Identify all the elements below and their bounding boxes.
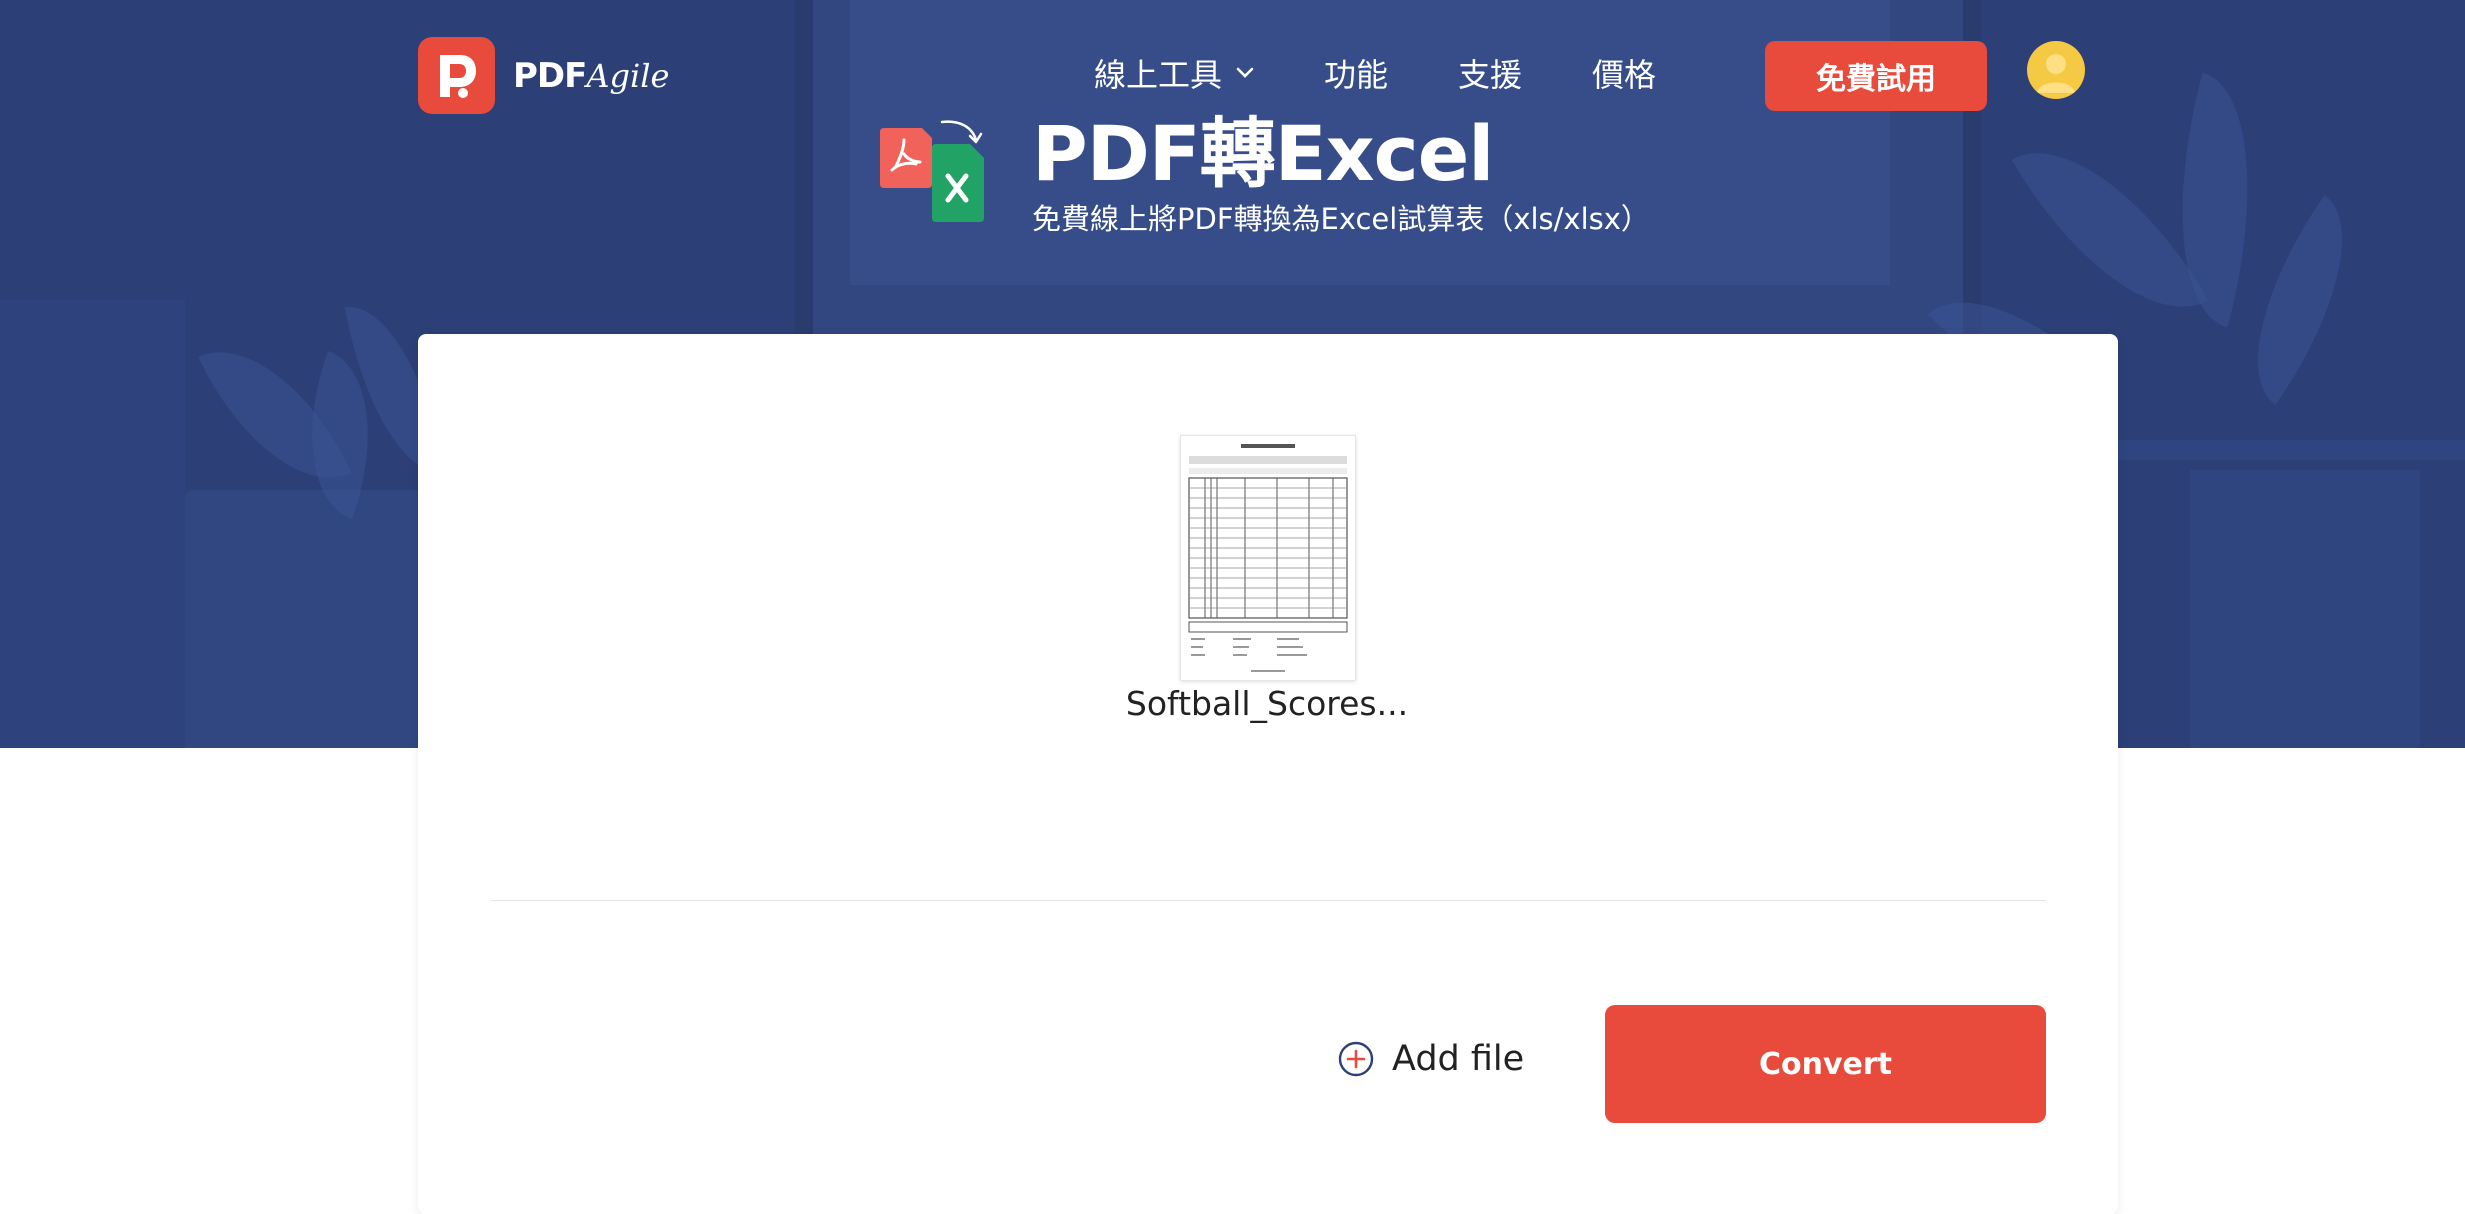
file-name: Softball_Scores... [1125, 684, 1409, 723]
add-file-label: Add file [1392, 1039, 1525, 1079]
plus-circle-icon [1338, 1041, 1374, 1077]
pdf-agile-logo-icon [418, 37, 495, 114]
upload-card: Softball_Scores... Add file Convert [418, 334, 2118, 1214]
brand-name: PDFAgile [513, 55, 670, 96]
chevron-down-icon [1236, 67, 1254, 78]
document-preview-icon [1188, 444, 1348, 672]
page-subtitle: 免費線上將PDF轉換為Excel試算表（xls/xlsx） [1032, 202, 1650, 236]
free-trial-button[interactable]: 免費試用 [1765, 41, 1987, 111]
add-file-button[interactable]: Add file [1338, 1039, 1524, 1079]
nav-online-tools-label: 線上工具 [1094, 56, 1223, 94]
user-avatar-icon[interactable] [2027, 41, 2085, 99]
pdf-to-excel-icon [880, 120, 984, 222]
nav-features[interactable]: 功能 [1324, 50, 1388, 96]
convert-button[interactable]: Convert [1605, 1005, 2046, 1123]
background-plant-pot [2190, 470, 2420, 748]
nav-support[interactable]: 支援 [1458, 50, 1522, 96]
divider [491, 900, 2046, 901]
background-plant-pot [185, 490, 455, 748]
main-nav: 線上工具 功能 支援 價格 [1094, 50, 1656, 96]
page-title: PDF轉Excel [1032, 109, 1494, 198]
background-leaf [2011, 109, 2209, 351]
file-thumbnail[interactable] [1180, 435, 1356, 681]
brand-logo[interactable]: PDFAgile [418, 37, 669, 114]
nav-pricing[interactable]: 價格 [1592, 50, 1656, 96]
nav-online-tools[interactable]: 線上工具 [1094, 50, 1254, 96]
background-wall [0, 300, 185, 748]
